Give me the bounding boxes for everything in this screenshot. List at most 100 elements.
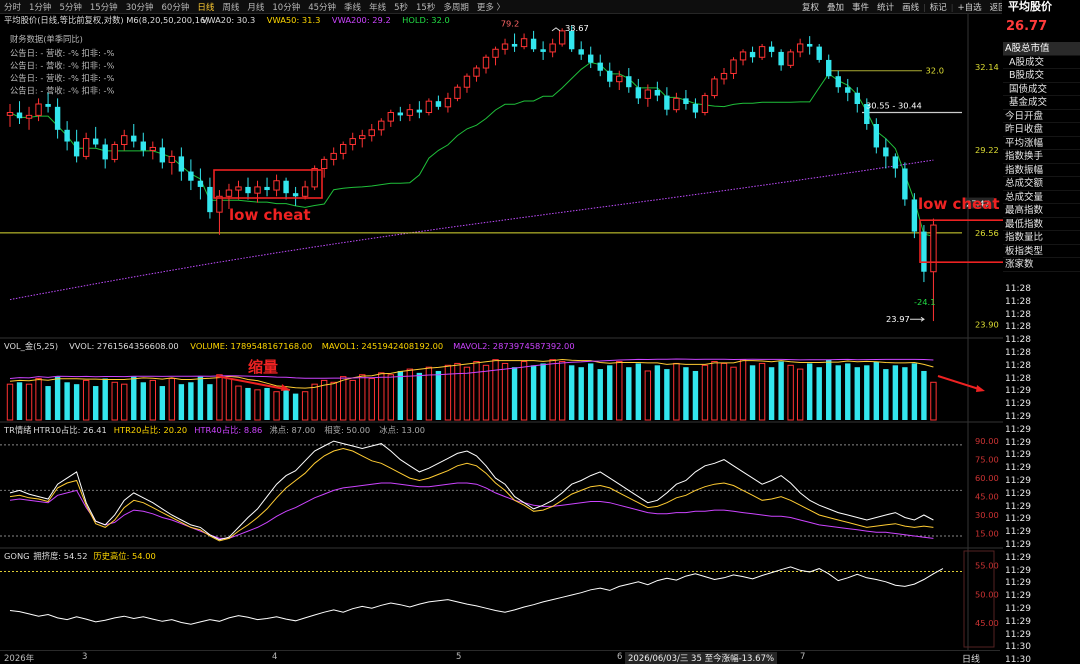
volume-bar: [368, 378, 375, 421]
candle-body: [35, 103, 42, 116]
sidebar-item-11[interactable]: 总成交量: [1003, 191, 1080, 204]
period-tab-6[interactable]: 日线: [193, 1, 218, 13]
date-tick-4: 6: [617, 652, 623, 662]
candle-body: [873, 124, 880, 148]
price-indicator-3: VWA200: 29.2: [332, 15, 391, 25]
volume-bar: [826, 359, 832, 420]
tool-4[interactable]: 画线: [898, 1, 923, 13]
volume-bar: [54, 376, 61, 420]
time-item: 11:29: [1005, 424, 1031, 435]
tool-1[interactable]: 叠加: [823, 1, 848, 13]
period-tab-15[interactable]: 多周期: [439, 1, 473, 13]
sidebar-item-4[interactable]: 基金成交: [1003, 96, 1080, 110]
tr-axis-label: 15.00: [975, 529, 999, 539]
sidebar-item-1[interactable]: A股成交: [1003, 56, 1080, 69]
candle-body: [482, 56, 490, 69]
tool-0[interactable]: 复权: [798, 1, 823, 13]
volume-bar: [292, 393, 299, 420]
volume-indicator-2: VOLUME: 1789548167168.00: [190, 341, 312, 351]
period-tab-0[interactable]: 分时: [0, 1, 25, 13]
tool-6[interactable]: +自选: [954, 1, 986, 13]
candle-body: [82, 138, 90, 157]
period-tab-5[interactable]: 60分钟: [158, 1, 194, 13]
candle-body: [225, 189, 233, 197]
sidebar-item-0[interactable]: A股总市值: [1003, 42, 1080, 56]
candle-body: [168, 155, 176, 163]
period-tab-2[interactable]: 5分钟: [55, 1, 85, 13]
tool-3[interactable]: 统计: [873, 1, 898, 13]
volume-bar: [473, 361, 480, 421]
volume-bar: [406, 368, 414, 421]
period-tab-11[interactable]: 季线: [340, 1, 365, 13]
time-item: 11:29: [1005, 488, 1031, 499]
period-tab-8[interactable]: 月线: [243, 1, 268, 13]
volume-bar: [197, 376, 204, 420]
period-footer-label[interactable]: 日线: [962, 652, 980, 664]
sidebar-item-9[interactable]: 指数振幅: [1003, 164, 1080, 177]
candle-body: [235, 186, 242, 191]
candle-body: [207, 186, 213, 213]
candle-body: [701, 95, 709, 114]
volume-bar: [245, 387, 251, 420]
candle-body: [739, 51, 747, 61]
period-tab-13[interactable]: 5秒: [390, 1, 412, 13]
candle-body: [64, 129, 70, 142]
period-tab-7[interactable]: 周线: [218, 1, 243, 13]
period-tabs: 分时 1分钟 5分钟 15分钟 30分钟 60分钟 日线 周线 月线 10分钟 45分钟 季线 年线 5秒…: [0, 0, 509, 13]
period-tab-14[interactable]: 15秒: [412, 1, 439, 13]
volume-bar: [921, 370, 927, 420]
tr-indicator-0: TR情绪: [3, 425, 31, 435]
time-item: 11:30: [1005, 642, 1031, 653]
candle-body: [320, 158, 328, 169]
finance-header: 财务数据(单季同比): [10, 34, 83, 44]
volume-indicator-4: MAVOL2: 2873974587392.00: [453, 341, 575, 351]
candle-body: [359, 135, 366, 140]
period-tab-3[interactable]: 15分钟: [86, 1, 122, 13]
period-tab-10[interactable]: 45分钟: [304, 1, 340, 13]
candle-body: [758, 46, 766, 58]
sidebar-item-2[interactable]: B股成交: [1003, 69, 1080, 83]
sidebar-item-5[interactable]: 今日开盘: [1003, 110, 1080, 123]
right-arrowhead: [976, 385, 985, 392]
period-tab-1[interactable]: 1分钟: [25, 1, 55, 13]
volume-bar: [35, 378, 42, 421]
market-stats-list: A股总市值 A股成交 B股成交 国债成交 基金成交 今日开盘 昨日收盘 平均涨幅 指数换手 指数振…: [1003, 42, 1080, 272]
chart-area[interactable]: 平均股价(日线,等比前复权,对数) M6(8,20,50,200,16)VWA2…: [0, 14, 1003, 650]
sidebar-item-6[interactable]: 昨日收盘: [1003, 123, 1080, 137]
price-axis-label: 32.14: [975, 62, 999, 72]
candle-body: [826, 59, 832, 77]
sidebar-item-16[interactable]: 涨家数: [1003, 258, 1080, 272]
volume-bar: [73, 384, 80, 420]
candle-body: [683, 98, 689, 105]
volume-bar: [92, 386, 99, 420]
sidebar-item-8[interactable]: 指数换手: [1003, 150, 1080, 164]
sidebar-item-7[interactable]: 平均涨幅: [1003, 137, 1080, 150]
candle-body: [283, 180, 289, 194]
period-tab-9[interactable]: 10分钟: [268, 1, 304, 13]
time-item: 11:29: [1005, 514, 1031, 525]
tr-axis-label: 30.00: [975, 510, 999, 520]
sidebar-item-15[interactable]: 板指类型: [1003, 245, 1080, 258]
period-tab-4[interactable]: 30分钟: [122, 1, 158, 13]
sidebar-item-14[interactable]: 指数量比: [1003, 231, 1080, 245]
tool-2[interactable]: 事件: [848, 1, 873, 13]
volume-bar: [711, 361, 718, 421]
candle-body: [197, 180, 204, 187]
tool-5[interactable]: 标记: [926, 1, 951, 13]
high-marker: [551, 27, 561, 32]
period-tab-16[interactable]: 更多 〉: [473, 1, 509, 13]
sidebar-item-3[interactable]: 国债成交: [1003, 83, 1080, 96]
volume-bar: [635, 363, 642, 420]
high-label: 79.2: [501, 18, 519, 28]
sidebar-item-12[interactable]: 最高指数: [1003, 204, 1080, 218]
sidebar-item-13[interactable]: 最低指数: [1003, 218, 1080, 231]
time-item: 11:29: [1005, 450, 1031, 461]
volume-bar: [463, 366, 471, 421]
sidebar-item-10[interactable]: 总成交额: [1003, 177, 1080, 191]
period-toolbar: 分时 1分钟 5分钟 15分钟 30分钟 60分钟 日线 周线 月线 10分钟 45分钟 季线 年线 5秒…: [0, 0, 1080, 14]
candle-body: [854, 92, 860, 105]
period-tab-12[interactable]: 年线: [365, 1, 390, 13]
volume-bar: [654, 365, 661, 420]
price-indicator-1: VWA20: 30.3: [202, 15, 256, 25]
candle-body: [616, 75, 623, 83]
